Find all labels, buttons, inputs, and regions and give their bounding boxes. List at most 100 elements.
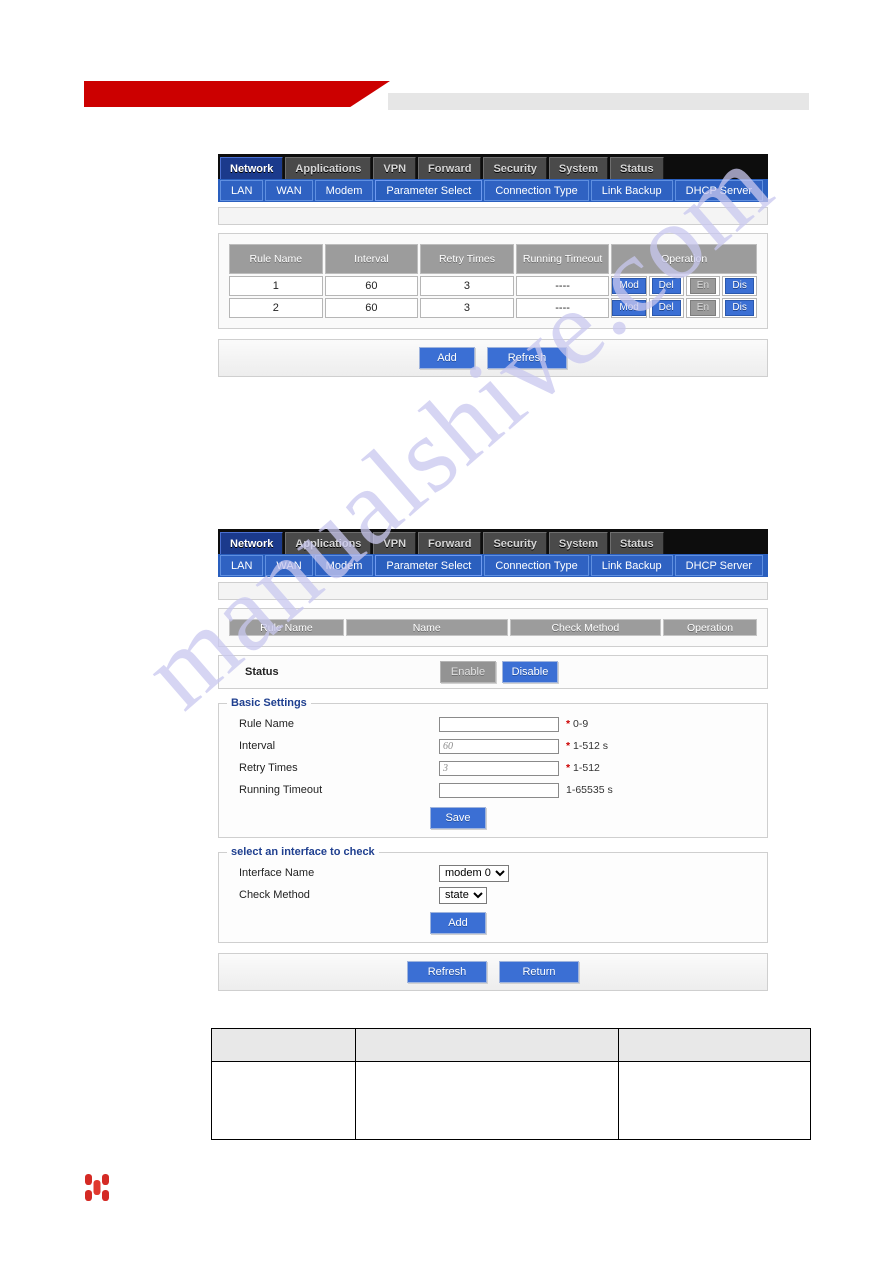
sub-tab-modem[interactable]: Modem: [314, 180, 374, 201]
sub-tab-label: Connection Type: [495, 185, 578, 197]
col-check-method: Check Method: [509, 619, 662, 636]
main-tab-label: VPN: [383, 538, 407, 550]
col-rule-name: Rule Name: [229, 244, 323, 274]
sub-tab-lan[interactable]: LAN: [220, 555, 264, 576]
panel1-button-bar: Add Refresh: [218, 339, 768, 377]
interface-check-fieldset: select an interface to check Interface N…: [218, 846, 768, 943]
table-row: 2 60 3 ---- Mod Del En Dis: [229, 298, 757, 318]
sub-tab-lan[interactable]: LAN: [220, 180, 264, 201]
sub-tab-link-backup[interactable]: Link Backup: [590, 180, 673, 201]
modify-button[interactable]: Mod: [612, 278, 646, 294]
sub-tab-label: WAN: [276, 560, 302, 572]
main-tab-applications[interactable]: Applications: [285, 157, 372, 179]
status-enable-button[interactable]: Enable: [440, 661, 496, 683]
cell-rule-name: 1: [229, 276, 323, 296]
sub-tab-label: LAN: [231, 560, 253, 572]
sub-tab-label: DHCP Server: [685, 185, 753, 197]
main-tab-status[interactable]: Status: [610, 157, 664, 179]
header-cell: [211, 1028, 356, 1062]
enable-button[interactable]: En: [689, 300, 717, 316]
add-interface-button[interactable]: Add: [430, 912, 486, 934]
header-cell: [354, 1028, 620, 1062]
panel1-title-strip: [218, 207, 768, 225]
main-tab-security[interactable]: Security: [483, 532, 547, 554]
main-tab-system[interactable]: System: [548, 532, 609, 554]
sub-tab-parameter-select[interactable]: Parameter Select: [375, 180, 483, 201]
running-timeout-input[interactable]: [439, 782, 559, 798]
add-button[interactable]: Add: [419, 347, 475, 369]
disable-button[interactable]: Dis: [725, 300, 754, 316]
cell-interval: 60: [324, 298, 419, 318]
retry-times-input[interactable]: [439, 760, 559, 776]
sub-tab-label: Link Backup: [601, 185, 662, 197]
cell-running-timeout: ----: [515, 298, 610, 318]
bottom-reference-table: [211, 1028, 811, 1140]
save-button[interactable]: Save: [430, 807, 486, 829]
sub-tab-link-backup[interactable]: Link Backup: [590, 555, 673, 576]
save-button-wrapper: Save: [219, 807, 767, 829]
main-navbar: Network Applications VPN Forward Securit…: [218, 529, 768, 554]
main-tab-network[interactable]: Network: [220, 532, 284, 554]
add-interface-button-wrapper: Add: [219, 912, 767, 934]
refresh-button[interactable]: Refresh: [487, 347, 567, 369]
sub-tab-parameter-select[interactable]: Parameter Select: [375, 555, 483, 576]
delete-button[interactable]: Del: [651, 278, 681, 294]
main-tab-label: Applications: [295, 538, 362, 550]
rule-name-input[interactable]: [439, 716, 559, 732]
col-interval: Interval: [324, 244, 419, 274]
sub-navbar: LAN WAN Modem Parameter Select Connectio…: [218, 554, 768, 577]
op-slot: Mod: [611, 276, 647, 296]
field-row-retry-times: Retry Times * 1-512: [239, 757, 767, 779]
main-tab-status[interactable]: Status: [610, 532, 664, 554]
sub-tab-label: LAN: [231, 185, 253, 197]
main-tab-vpn[interactable]: VPN: [373, 532, 417, 554]
rule-list-box: Rule Name Interval Retry Times Running T…: [218, 233, 768, 329]
sub-tab-wan[interactable]: WAN: [265, 180, 313, 201]
rule-list-table: Rule Name Interval Retry Times Running T…: [227, 242, 759, 320]
sub-tab-modem[interactable]: Modem: [314, 555, 374, 576]
main-tab-forward[interactable]: Forward: [418, 532, 482, 554]
field-row-interval: Interval * 1-512 s: [239, 735, 767, 757]
sub-tab-connection-type[interactable]: Connection Type: [484, 180, 589, 201]
main-tab-label: Forward: [428, 538, 472, 550]
modify-button[interactable]: Mod: [612, 300, 646, 316]
main-tab-security[interactable]: Security: [483, 157, 547, 179]
retry-times-hint: * 1-512: [566, 762, 600, 774]
col-operation: Operation: [611, 244, 757, 274]
interval-input[interactable]: [439, 738, 559, 754]
main-tab-system[interactable]: System: [548, 157, 609, 179]
op-slot: En: [685, 298, 721, 318]
required-asterisk: *: [566, 762, 571, 774]
delete-button[interactable]: Del: [651, 300, 681, 316]
refresh-button[interactable]: Refresh: [407, 961, 487, 983]
header-red-bar: [84, 81, 390, 107]
sub-tab-wan[interactable]: WAN: [265, 555, 313, 576]
interface-name-select[interactable]: modem 0: [439, 864, 509, 882]
main-tab-vpn[interactable]: VPN: [373, 157, 417, 179]
op-slot: En: [685, 276, 721, 296]
running-timeout-label: Running Timeout: [239, 784, 323, 796]
header-grey-bar: [388, 93, 809, 110]
body-cell: [211, 1061, 356, 1140]
sub-tab-connection-type[interactable]: Connection Type: [484, 555, 589, 576]
required-asterisk: *: [566, 718, 571, 730]
main-tab-label: Network: [230, 538, 274, 550]
check-method-select[interactable]: state: [439, 886, 487, 904]
sub-tab-dhcp-server[interactable]: DHCP Server: [674, 180, 764, 201]
status-disable-button[interactable]: Disable: [502, 661, 558, 683]
hint-text: 0-9: [573, 718, 589, 730]
return-button[interactable]: Return: [499, 961, 579, 983]
main-tab-forward[interactable]: Forward: [418, 157, 482, 179]
cell-retry-times: 3: [420, 298, 514, 318]
main-tab-label: Security: [493, 538, 537, 550]
sub-tab-dhcp-server[interactable]: DHCP Server: [674, 555, 764, 576]
op-slot: Del: [648, 276, 684, 296]
hint-text: 1-512: [573, 762, 600, 774]
main-tab-applications[interactable]: Applications: [285, 532, 372, 554]
main-tab-network[interactable]: Network: [220, 157, 284, 179]
op-slot: Del: [648, 298, 684, 318]
enable-button[interactable]: En: [689, 278, 717, 294]
disable-button[interactable]: Dis: [725, 278, 754, 294]
field-row-rule-name: Rule Name * 0-9: [239, 713, 767, 735]
status-row: Status Enable Disable: [218, 655, 768, 689]
